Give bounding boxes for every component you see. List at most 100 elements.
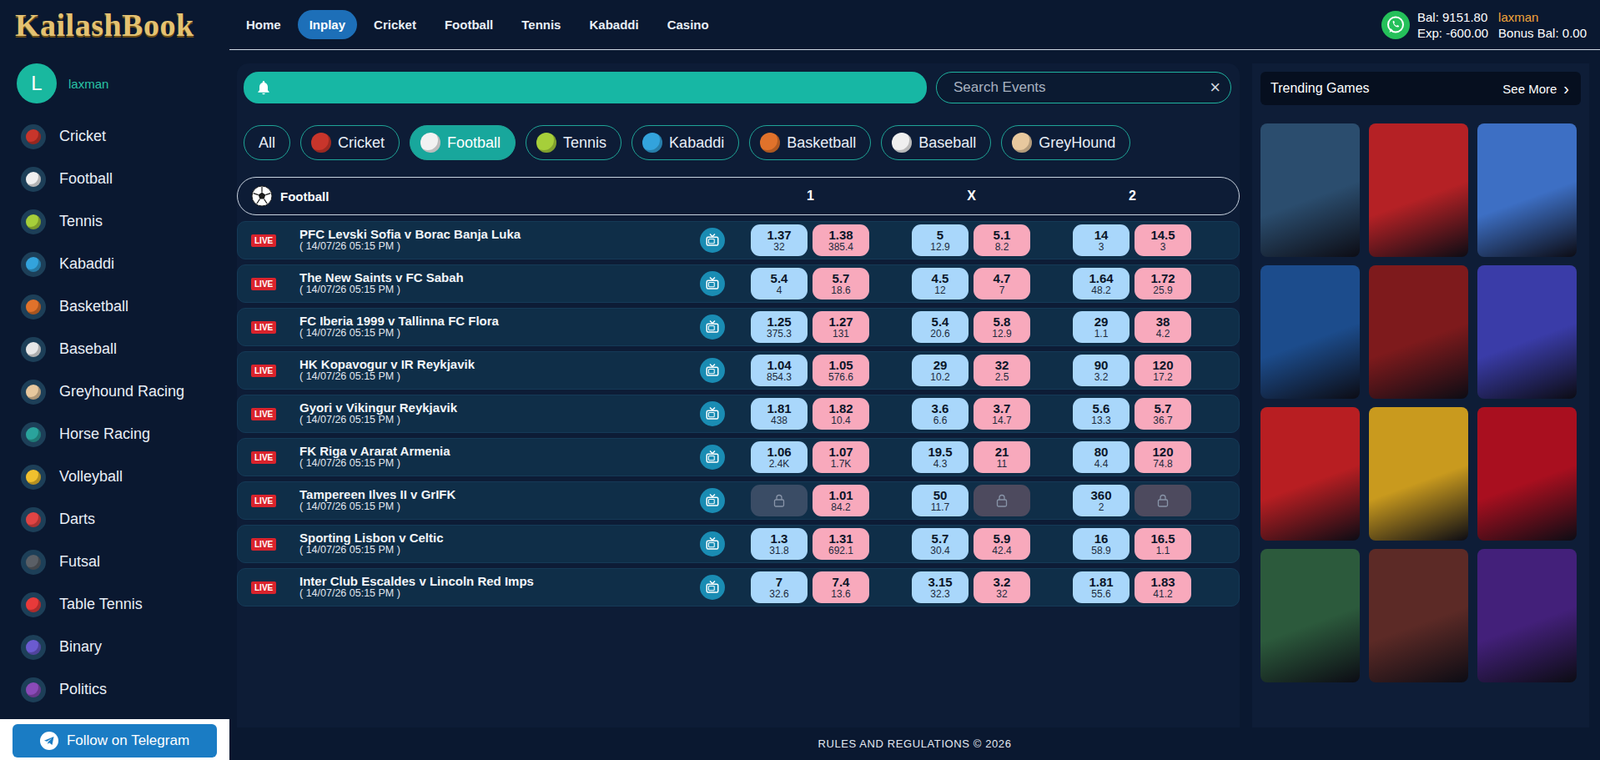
tv-icon[interactable] xyxy=(704,276,720,292)
sidebar-item[interactable]: Tennis xyxy=(0,200,230,243)
nav-item[interactable]: Home xyxy=(234,10,293,40)
game-tile[interactable] xyxy=(1260,265,1360,399)
game-tile[interactable] xyxy=(1368,123,1469,257)
logo-text[interactable]: KailashBook xyxy=(15,6,195,44)
lay-odds-cell[interactable]: 1.0184.2 xyxy=(812,484,870,517)
game-tile[interactable] xyxy=(1368,265,1469,399)
sidebar-label[interactable]: Horse Racing xyxy=(59,425,151,443)
user-profile[interactable]: Llaxman xyxy=(0,50,230,116)
lay-odds-cell[interactable]: 384.2 xyxy=(1134,311,1192,343)
back-odds-cell[interactable]: 804.4 xyxy=(1072,441,1130,473)
filter-chip[interactable]: Cricket xyxy=(300,125,400,161)
tv-icon[interactable] xyxy=(699,357,725,383)
see-more-link[interactable]: See More› xyxy=(1502,80,1570,97)
back-odds-cell[interactable]: 291.1 xyxy=(1072,311,1130,343)
tv-icon[interactable] xyxy=(699,531,725,557)
back-odds-cell[interactable]: 1.8155.6 xyxy=(1072,571,1130,604)
sidebar-item[interactable]: Greyhound Racing xyxy=(0,370,230,413)
game-tile[interactable] xyxy=(1477,123,1577,257)
back-odds-cell[interactable]: 1.81438 xyxy=(750,397,808,430)
game-tile[interactable] xyxy=(1260,123,1360,257)
event-row[interactable]: LIVEThe New Saints v FC Sabah( 14/07/26 … xyxy=(236,264,1240,303)
user-name[interactable]: laxman xyxy=(68,76,109,91)
event-name[interactable]: Sporting Lisbon v Celtic xyxy=(299,531,700,546)
event-info[interactable]: Tampereen Ilves II v GrIFK( 14/07/26 05:… xyxy=(299,488,700,514)
event-info[interactable]: FC Iberia 1999 v Tallinna FC Flora( 14/0… xyxy=(299,314,700,340)
tv-icon[interactable] xyxy=(699,444,725,470)
event-info[interactable]: The New Saints v FC Sabah( 14/07/26 05:1… xyxy=(299,271,700,297)
sidebar-item[interactable]: Volleyball xyxy=(0,455,230,499)
event-info[interactable]: PFC Levski Sofia v Borac Banja Luka( 14/… xyxy=(299,227,700,253)
event-row[interactable]: LIVEFK Riga v Ararat Armenia( 14/07/26 0… xyxy=(236,437,1240,477)
back-odds-cell[interactable]: 5.420.6 xyxy=(911,311,969,343)
event-info[interactable]: Sporting Lisbon v Celtic( 14/07/26 05:15… xyxy=(299,531,700,557)
lay-odds-cell[interactable]: 3.232 xyxy=(973,571,1031,604)
event-name[interactable]: Inter Club Escaldes v Lincoln Red Imps xyxy=(299,574,700,589)
nav-item[interactable]: Casino xyxy=(655,10,721,40)
event-row[interactable]: LIVEInter Club Escaldes v Lincoln Red Im… xyxy=(236,568,1240,607)
lay-odds-cell[interactable]: 5.718.6 xyxy=(812,267,870,300)
sidebar-label[interactable]: Baseball xyxy=(59,340,117,358)
lay-odds-cell[interactable]: 12074.8 xyxy=(1134,441,1192,473)
back-odds-cell[interactable]: 512.9 xyxy=(911,224,969,257)
lay-odds-cell[interactable]: 2111 xyxy=(973,441,1031,473)
lay-odds-cell[interactable]: 1.071.7K xyxy=(812,441,870,473)
back-odds-cell[interactable]: 1.331.8 xyxy=(750,528,808,560)
lay-odds-cell[interactable]: 1.7225.9 xyxy=(1134,267,1192,300)
sidebar-label[interactable]: Darts xyxy=(59,510,96,529)
sidebar-item[interactable]: Basketball xyxy=(0,285,230,328)
chip-label[interactable]: Football xyxy=(447,134,501,152)
event-info[interactable]: Inter Club Escaldes v Lincoln Red Imps( … xyxy=(299,574,700,600)
back-odds-cell[interactable]: 1.25375.3 xyxy=(750,311,808,343)
sidebar-item[interactable]: Futsal xyxy=(0,540,230,584)
sidebar-label[interactable]: Binary xyxy=(59,638,102,656)
sidebar-label[interactable]: Cricket xyxy=(59,127,106,146)
back-odds-cell[interactable]: 1.04854.3 xyxy=(750,354,808,387)
nav-item[interactable]: Cricket xyxy=(362,10,428,40)
tv-icon[interactable] xyxy=(704,406,720,422)
tv-icon[interactable] xyxy=(704,232,720,248)
sidebar-item[interactable]: Kabaddi xyxy=(0,242,230,286)
event-info[interactable]: Gyori v Vikingur Reykjavik( 14/07/26 05:… xyxy=(299,401,700,427)
lay-odds-cell[interactable]: 1.38385.4 xyxy=(812,224,870,257)
back-odds-cell[interactable]: 143 xyxy=(1072,224,1130,257)
event-name[interactable]: HK Kopavogur v IR Reykjavik xyxy=(299,357,700,373)
tv-icon[interactable] xyxy=(699,271,725,297)
lay-odds-cell[interactable]: 5.812.9 xyxy=(973,311,1031,343)
filter-chip[interactable]: Basketball xyxy=(749,125,871,161)
back-odds-cell[interactable]: 732.6 xyxy=(750,571,808,604)
telegram-label[interactable]: Follow on Telegram xyxy=(66,732,190,750)
lay-odds-cell[interactable]: 5.942.4 xyxy=(973,528,1031,560)
search-input[interactable] xyxy=(951,78,1203,97)
tv-icon[interactable] xyxy=(704,449,720,465)
lay-odds-cell[interactable]: 4.77 xyxy=(973,267,1031,300)
filter-chip[interactable]: Tennis xyxy=(525,125,622,161)
lay-odds-cell[interactable]: 3.714.7 xyxy=(973,397,1031,430)
sidebar-item[interactable]: Politics xyxy=(0,668,230,711)
filter-chip[interactable]: Football xyxy=(409,125,516,161)
back-odds-cell[interactable]: 5.44 xyxy=(750,267,808,300)
nav-item[interactable]: Kabaddi xyxy=(577,10,650,40)
sidebar-item[interactable]: Football xyxy=(0,157,230,201)
back-odds-cell[interactable]: 903.2 xyxy=(1072,354,1130,387)
event-info[interactable]: HK Kopavogur v IR Reykjavik( 14/07/26 05… xyxy=(299,357,700,383)
tv-icon[interactable] xyxy=(699,314,725,340)
filter-chip[interactable]: Baseball xyxy=(880,125,992,161)
nav-item[interactable]: Inplay xyxy=(297,10,358,40)
footer-text[interactable]: RULES AND REGULATIONS © 2026 xyxy=(817,737,1012,750)
telegram-button[interactable]: Follow on Telegram xyxy=(12,724,217,758)
nav-item[interactable]: Football xyxy=(432,10,505,40)
event-info[interactable]: FK Riga v Ararat Armenia( 14/07/26 05:15… xyxy=(299,444,700,470)
whatsapp-icon[interactable] xyxy=(1381,10,1410,40)
lay-odds-cell[interactable]: 12017.2 xyxy=(1134,354,1192,387)
event-row[interactable]: LIVEHK Kopavogur v IR Reykjavik( 14/07/2… xyxy=(236,351,1240,390)
event-name[interactable]: FK Riga v Ararat Armenia xyxy=(299,444,700,459)
lay-odds-cell[interactable]: 1.27131 xyxy=(812,311,870,343)
chip-label[interactable]: GreyHound xyxy=(1038,134,1116,152)
tv-icon[interactable] xyxy=(699,401,725,427)
filter-chip[interactable]: GreyHound xyxy=(1001,125,1131,161)
lay-odds-cell[interactable]: 1.8210.4 xyxy=(812,397,870,430)
back-odds-cell[interactable]: 5011.7 xyxy=(911,484,969,517)
back-odds-cell[interactable]: 3.66.6 xyxy=(911,397,969,430)
lay-odds-cell[interactable]: 1.8341.2 xyxy=(1134,571,1192,604)
